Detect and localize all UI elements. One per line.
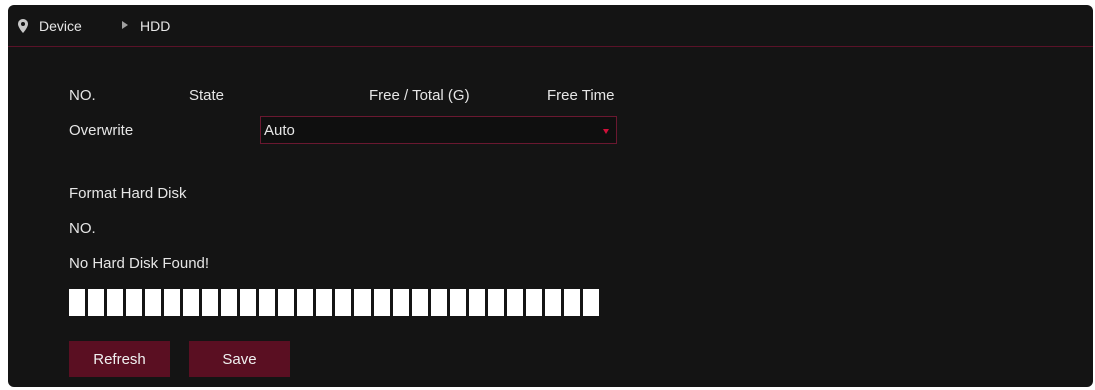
disk-segment: [221, 289, 238, 316]
disk-segment: [506, 289, 523, 316]
disk-segment: [563, 289, 580, 316]
caret-down-icon: [603, 129, 609, 134]
disk-segment: [373, 289, 390, 316]
format-hard-disk-heading: Format Hard Disk: [69, 185, 187, 202]
disk-segment: [392, 289, 409, 316]
disk-segment: [525, 289, 542, 316]
disk-segment: [430, 289, 447, 316]
map-pin-icon: [18, 19, 28, 33]
disk-segment: [126, 289, 143, 316]
disk-segment: [582, 289, 599, 316]
disk-segment: [164, 289, 181, 316]
overwrite-select[interactable]: Auto: [260, 116, 617, 144]
refresh-button[interactable]: Refresh: [69, 341, 170, 377]
disk-segment: [335, 289, 352, 316]
disk-segment: [487, 289, 504, 316]
disk-segment: [69, 289, 86, 316]
disk-segment: [468, 289, 485, 316]
format-no-label: NO.: [69, 220, 96, 237]
disk-segment: [240, 289, 257, 316]
breadcrumb-hdd: HDD: [140, 18, 171, 34]
disk-segment: [449, 289, 466, 316]
disk-segment: [88, 289, 105, 316]
disk-segment: [107, 289, 124, 316]
disk-segment: [297, 289, 314, 316]
triangle-right-icon: [122, 21, 128, 29]
hdd-panel: Device HDD NO. State Free / Total (G) Fr…: [8, 5, 1093, 387]
disk-segment: [145, 289, 162, 316]
disk-segment: [202, 289, 219, 316]
disk-segment: [259, 289, 276, 316]
disk-segment: [354, 289, 371, 316]
save-button[interactable]: Save: [189, 341, 290, 377]
disk-segment: [316, 289, 333, 316]
column-header-state: State: [189, 87, 225, 104]
breadcrumb: Device HDD: [8, 5, 1093, 47]
column-header-free-time: Free Time: [547, 87, 615, 104]
disk-segment: [183, 289, 200, 316]
overwrite-label: Overwrite: [69, 122, 134, 139]
column-header-no: NO.: [69, 87, 96, 104]
disk-segment-bar: [69, 289, 599, 316]
no-disk-message: No Hard Disk Found!: [69, 255, 210, 272]
disk-segment: [411, 289, 428, 316]
disk-segment: [278, 289, 295, 316]
column-header-free-total: Free / Total (G): [369, 87, 470, 104]
disk-segment: [544, 289, 561, 316]
overwrite-select-value: Auto: [264, 122, 295, 139]
breadcrumb-device[interactable]: Device: [39, 18, 82, 34]
